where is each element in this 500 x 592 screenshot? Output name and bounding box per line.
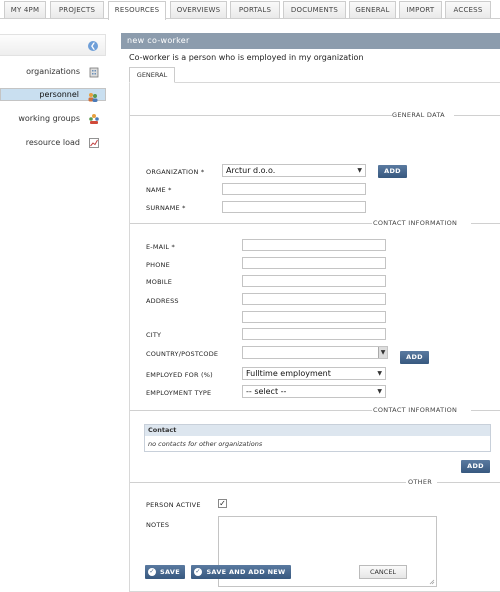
employed-value: Fulltime employment xyxy=(246,369,331,378)
section-contact-information: CONTACT INFORMATION xyxy=(373,219,458,227)
name-input[interactable] xyxy=(222,183,366,195)
city-label: CITY xyxy=(146,331,162,339)
phone-label: PHONE xyxy=(146,261,170,269)
address-label: ADDRESS xyxy=(146,297,179,305)
employment-type-label: EMPLOYMENT TYPE xyxy=(146,389,212,397)
section-divider xyxy=(130,223,372,224)
sidebar-header: ❮ xyxy=(0,34,106,56)
main-content: new co-worker Co-worker is a person who … xyxy=(121,33,500,592)
organization-select[interactable]: Arctur d.o.o. ▼ xyxy=(222,164,366,177)
save-and-add-new-label: SAVE AND ADD NEW xyxy=(206,568,286,576)
section-other: OTHER xyxy=(408,478,433,486)
collapse-icon[interactable]: ❮ xyxy=(88,41,98,51)
section-divider xyxy=(130,410,372,411)
chevron-down-icon: ▼ xyxy=(377,370,382,377)
organization-label: ORGANIZATION * xyxy=(146,168,205,176)
save-button[interactable]: ✓ SAVE xyxy=(145,565,185,579)
organization-value: Arctur d.o.o. xyxy=(226,166,276,175)
name-label: NAME * xyxy=(146,186,172,194)
notes-label: NOTES xyxy=(146,521,170,529)
chart-icon xyxy=(89,138,99,148)
country-select[interactable]: ▼ xyxy=(242,346,388,359)
person-active-label: PERSON ACTIVE xyxy=(146,501,201,509)
contacts-empty-text: no contacts for other organizations xyxy=(148,440,263,448)
section-divider xyxy=(130,115,392,116)
sidebar-item-personnel[interactable]: personnel xyxy=(0,88,106,102)
section-divider xyxy=(437,482,500,483)
add-country-button[interactable]: ADD xyxy=(400,351,429,364)
city-input[interactable] xyxy=(242,328,386,340)
employed-label: EMPLOYED FOR (%) xyxy=(146,371,213,379)
save-and-add-new-button[interactable]: ✓ SAVE AND ADD NEW xyxy=(191,565,291,579)
employed-select[interactable]: Fulltime employment ▼ xyxy=(242,367,386,380)
save-label: SAVE xyxy=(160,568,180,576)
address-input[interactable] xyxy=(242,293,386,305)
employment-type-select[interactable]: -- select -- ▼ xyxy=(242,385,386,398)
tab-projects[interactable]: PROJECTS xyxy=(50,1,104,18)
section-divider xyxy=(471,410,500,411)
sidebar-item-resource-load[interactable]: resource load xyxy=(0,135,106,151)
surname-input[interactable] xyxy=(222,201,366,213)
chevron-down-icon: ▼ xyxy=(378,347,387,358)
tab-portals[interactable]: PORTALS xyxy=(230,1,280,18)
sidebar-item-organizations[interactable]: organizations xyxy=(0,64,106,80)
email-label: E-MAIL * xyxy=(146,243,175,251)
building-icon xyxy=(89,67,99,78)
form-panel: GENERAL DATA ORGANIZATION * Arctur d.o.o… xyxy=(129,82,500,592)
tab-general-form[interactable]: GENERAL xyxy=(129,67,175,83)
sidebar: ❮ organizations personnel working groups… xyxy=(0,34,109,154)
email-input[interactable] xyxy=(242,239,386,251)
sidebar-item-label: personnel xyxy=(39,90,79,99)
section-other-contacts: CONTACT INFORMATION xyxy=(373,406,458,414)
person-active-checkbox[interactable]: ✓ xyxy=(218,499,227,508)
section-divider xyxy=(130,482,406,483)
chevron-down-icon: ▼ xyxy=(357,167,362,174)
people-icon xyxy=(88,93,98,102)
employment-type-value: -- select -- xyxy=(246,387,287,396)
address-line2-input[interactable] xyxy=(242,311,386,323)
checkmark-icon: ✓ xyxy=(194,568,202,576)
tab-resources[interactable]: RESOURCES xyxy=(108,1,166,20)
country-label: COUNTRY/POSTCODE xyxy=(146,350,219,358)
surname-label: SURNAME * xyxy=(146,204,186,212)
mobile-label: MOBILE xyxy=(146,278,173,286)
add-organization-button[interactable]: ADD xyxy=(378,165,407,178)
tab-my4pm[interactable]: MY 4PM xyxy=(4,1,46,18)
mobile-input[interactable] xyxy=(242,275,386,287)
contacts-table-header: Contact xyxy=(145,425,490,436)
tab-access[interactable]: ACCESS xyxy=(445,1,491,18)
tab-overviews[interactable]: OVERVIEWS xyxy=(170,1,227,18)
sidebar-item-label: resource load xyxy=(25,138,80,147)
tab-general[interactable]: GENERAL xyxy=(349,1,396,18)
top-navigation: MY 4PM PROJECTS RESOURCES OVERVIEWS PORT… xyxy=(0,0,500,20)
chevron-down-icon: ▼ xyxy=(377,388,382,395)
page-title: new co-worker xyxy=(121,33,500,49)
group-icon xyxy=(89,114,99,124)
page-subtitle: Co-worker is a person who is employed in… xyxy=(129,53,364,62)
phone-input[interactable] xyxy=(242,257,386,269)
tab-import[interactable]: IMPORT xyxy=(399,1,442,18)
sidebar-item-label: organizations xyxy=(26,67,80,76)
contacts-table: Contact no contacts for other organizati… xyxy=(144,424,491,452)
checkmark-icon: ✓ xyxy=(148,568,156,576)
cancel-button[interactable]: CANCEL xyxy=(359,565,407,579)
tab-documents[interactable]: DOCUMENTS xyxy=(283,1,346,18)
sidebar-item-label: working groups xyxy=(18,114,80,123)
section-divider xyxy=(471,223,500,224)
section-general-data: GENERAL DATA xyxy=(392,111,445,119)
resize-handle-icon[interactable] xyxy=(429,579,435,585)
add-contact-button[interactable]: ADD xyxy=(461,460,490,473)
sidebar-item-working-groups[interactable]: working groups xyxy=(0,111,106,127)
section-divider xyxy=(454,115,500,116)
